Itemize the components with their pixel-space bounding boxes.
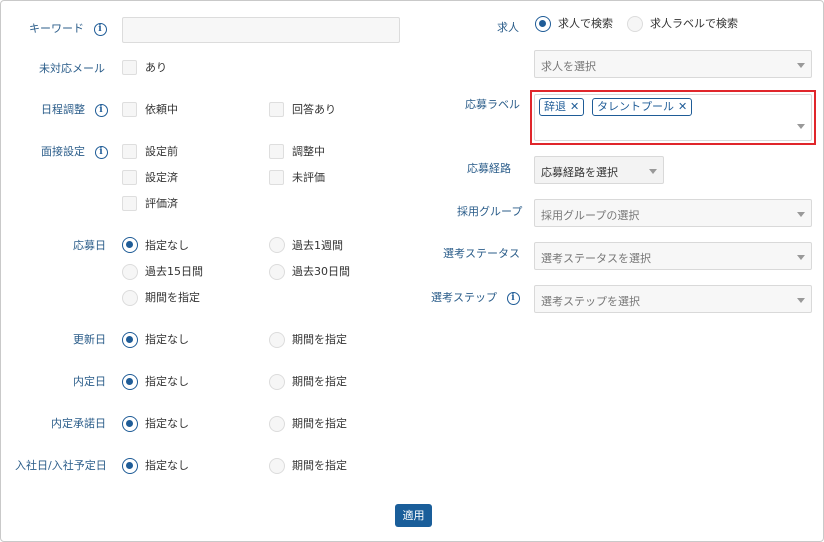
apply-date-label: 応募日 <box>73 239 106 252</box>
offer-accept-date-option-none: 指定なし <box>145 417 189 430</box>
status-label: 選考ステータス <box>443 247 520 260</box>
chevron-down-icon <box>797 298 805 303</box>
offer-accept-date-radio-period[interactable] <box>269 416 285 432</box>
apply-date-option-period: 期間を指定 <box>145 291 200 304</box>
join-date-radio-none[interactable] <box>122 458 138 474</box>
info-icon[interactable]: i <box>94 145 108 159</box>
apply-date-radio-1week[interactable] <box>269 237 285 253</box>
updated-date-option-none: 指定なし <box>145 333 189 346</box>
apply-label-label: 応募ラベル <box>465 98 520 111</box>
updated-date-option-period: 期間を指定 <box>292 333 347 346</box>
offer-accept-date-label: 内定承諾日 <box>51 417 106 430</box>
apply-date-radio-30days[interactable] <box>269 264 285 280</box>
job-search-radio-label[interactable] <box>627 16 643 32</box>
job-search-option-job: 求人で検索 <box>558 17 613 30</box>
offer-accept-date-option-period: 期間を指定 <box>292 417 347 430</box>
interview-option-adjusting: 調整中 <box>292 145 325 158</box>
interview-label: 面接設定 i <box>41 145 108 159</box>
unresponded-mail-option: あり <box>145 61 167 74</box>
keyword-label: キーワード i <box>29 22 107 36</box>
schedule-option-requested: 依頼中 <box>145 103 178 116</box>
job-select[interactable]: 求人を選択 <box>534 50 812 78</box>
apply-button[interactable]: 適用 <box>395 504 432 527</box>
join-date-option-none: 指定なし <box>145 459 189 472</box>
job-select-placeholder: 求人を選択 <box>541 60 596 73</box>
job-search-option-label: 求人ラベルで検索 <box>650 17 738 30</box>
chevron-down-icon <box>797 63 805 68</box>
close-icon[interactable]: ✕ <box>678 100 687 113</box>
interview-option-set: 設定済 <box>145 171 178 184</box>
apply-date-option-30days: 過去30日間 <box>292 265 350 278</box>
schedule-label: 日程調整 i <box>41 103 108 117</box>
schedule-checkbox-answered[interactable] <box>269 102 284 117</box>
route-select-placeholder: 応募経路を選択 <box>541 166 618 179</box>
apply-date-radio-none[interactable] <box>122 237 138 253</box>
offer-date-option-none: 指定なし <box>145 375 189 388</box>
step-select[interactable]: 選考ステップを選択 <box>534 285 812 313</box>
close-icon[interactable]: ✕ <box>570 100 579 113</box>
info-icon[interactable]: i <box>94 103 108 117</box>
schedule-option-answered: 回答あり <box>292 103 336 116</box>
group-select-placeholder: 採用グループの選択 <box>541 209 640 222</box>
interview-option-rated: 評価済 <box>145 197 178 210</box>
offer-accept-date-radio-none[interactable] <box>122 416 138 432</box>
offer-date-option-period: 期間を指定 <box>292 375 347 388</box>
info-icon[interactable]: i <box>93 22 107 36</box>
status-select-placeholder: 選考ステータスを選択 <box>541 252 651 265</box>
interview-option-before: 設定前 <box>145 145 178 158</box>
keyword-input[interactable] <box>122 17 400 43</box>
interview-checkbox-adjusting[interactable] <box>269 144 284 159</box>
info-icon[interactable]: i <box>506 291 520 305</box>
tag-jitai[interactable]: 辞退 ✕ <box>539 98 585 116</box>
apply-date-radio-period[interactable] <box>122 290 138 306</box>
join-date-label: 入社日/入社予定日 <box>15 459 107 472</box>
unresponded-mail-label: 未対応メール <box>39 62 105 75</box>
interview-checkbox-rated[interactable] <box>122 196 137 211</box>
step-select-placeholder: 選考ステップを選択 <box>541 295 640 308</box>
status-select[interactable]: 選考ステータスを選択 <box>534 242 812 270</box>
route-label: 応募経路 <box>467 162 511 175</box>
offer-date-label: 内定日 <box>73 375 106 388</box>
job-label: 求人 <box>497 21 519 34</box>
chevron-down-icon <box>797 124 805 129</box>
job-search-radio-job[interactable] <box>535 16 551 32</box>
search-filter-panel: キーワード i 未対応メール あり 日程調整 i 依頼中 回答あり 面接設定 i… <box>0 0 824 542</box>
updated-date-radio-period[interactable] <box>269 332 285 348</box>
interview-checkbox-unrated[interactable] <box>269 170 284 185</box>
step-label: 選考ステップ i <box>431 291 520 305</box>
chevron-down-icon <box>797 212 805 217</box>
unresponded-mail-checkbox[interactable] <box>122 60 137 75</box>
interview-checkbox-set[interactable] <box>122 170 137 185</box>
route-select[interactable]: 応募経路を選択 <box>534 156 664 184</box>
updated-date-radio-none[interactable] <box>122 332 138 348</box>
updated-date-label: 更新日 <box>73 333 106 346</box>
schedule-checkbox-requested[interactable] <box>122 102 137 117</box>
offer-date-radio-none[interactable] <box>122 374 138 390</box>
group-select[interactable]: 採用グループの選択 <box>534 199 812 227</box>
group-label: 採用グループ <box>457 205 523 218</box>
offer-date-radio-period[interactable] <box>269 374 285 390</box>
tag-talent-pool[interactable]: タレントプール ✕ <box>592 98 693 116</box>
interview-checkbox-before[interactable] <box>122 144 137 159</box>
apply-date-option-none: 指定なし <box>145 239 189 252</box>
join-date-option-period: 期間を指定 <box>292 459 347 472</box>
join-date-radio-period[interactable] <box>269 458 285 474</box>
chevron-down-icon <box>649 169 657 174</box>
interview-option-unrated: 未評価 <box>292 171 325 184</box>
apply-date-option-15days: 過去15日間 <box>145 265 203 278</box>
chevron-down-icon <box>797 255 805 260</box>
apply-date-radio-15days[interactable] <box>122 264 138 280</box>
apply-date-option-1week: 過去1週間 <box>292 239 343 252</box>
